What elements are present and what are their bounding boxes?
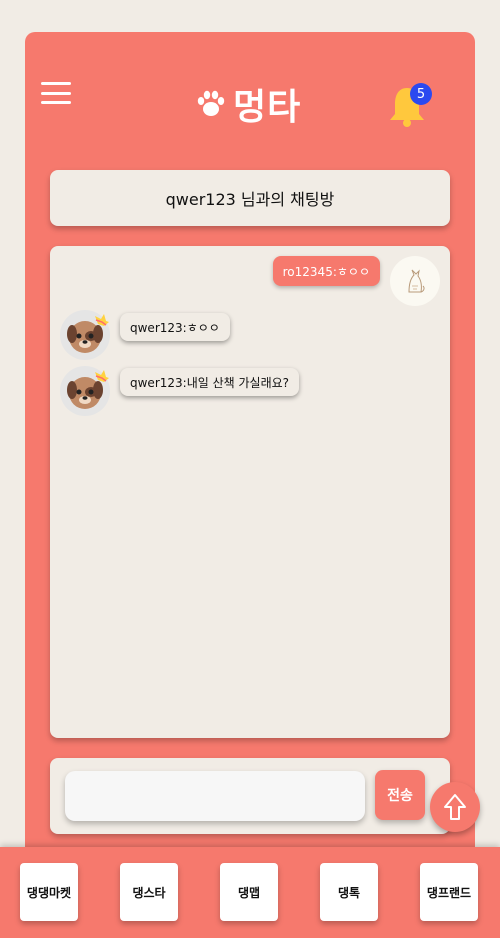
message-input[interactable] <box>65 771 365 821</box>
chat-messages-area[interactable]: ro12345:ㅎㅇㅇ qwer123:ㅎㅇㅇ qwer123:내일 산책 가실… <box>50 246 450 738</box>
chat-room-title: qwer123 님과의 채팅방 <box>50 170 450 226</box>
other-avatar <box>60 366 110 416</box>
paw-icon <box>197 90 225 116</box>
app-container: 멍타 5 qwer123 님과의 채팅방 ro12345:ㅎㅇㅇ qwer123… <box>25 32 475 938</box>
arrow-up-icon <box>444 794 466 820</box>
nav-item-market[interactable]: 댕댕마켓 <box>20 863 78 921</box>
incoming-message: qwer123:ㅎㅇㅇ <box>120 313 230 341</box>
dog-avatar-icon <box>67 314 109 353</box>
my-avatar <box>390 256 440 306</box>
nav-item-friend[interactable]: 댕프랜드 <box>420 863 478 921</box>
app-title: 멍타 <box>233 87 302 128</box>
nav-item-map[interactable]: 댕맵 <box>220 863 278 921</box>
nav-item-star[interactable]: 댕스타 <box>120 863 178 921</box>
message-composer: 전송 <box>50 758 450 834</box>
notification-badge: 5 <box>410 83 432 105</box>
dog-avatar-icon <box>67 370 109 409</box>
hamburger-icon[interactable] <box>41 82 71 104</box>
app-logo[interactable]: 멍타 <box>195 82 301 128</box>
cat-sketch-icon <box>408 269 425 293</box>
scroll-top-button[interactable] <box>430 782 480 832</box>
incoming-message: qwer123:내일 산책 가실래요? <box>120 368 300 396</box>
send-button[interactable]: 전송 <box>375 770 425 820</box>
bottom-navigation: 댕댕마켓 댕스타 댕맵 댕톡 댕프랜드 <box>0 847 500 938</box>
outgoing-message: ro12345:ㅎㅇㅇ <box>272 256 380 286</box>
nav-item-talk[interactable]: 댕톡 <box>320 863 378 921</box>
other-avatar <box>60 310 110 360</box>
